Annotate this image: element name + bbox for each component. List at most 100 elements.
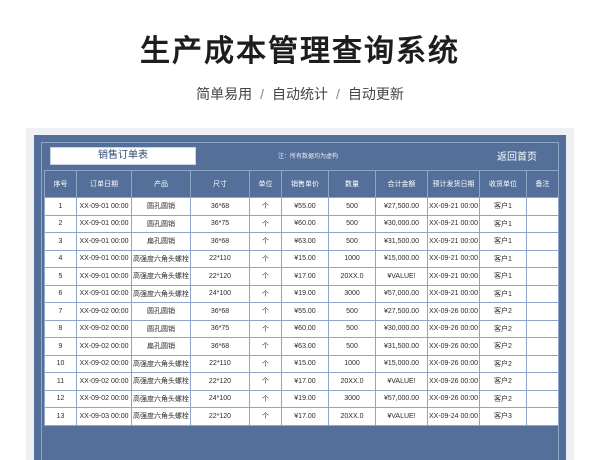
table-cell[interactable]: 1000 bbox=[328, 249, 376, 268]
table-cell[interactable]: ¥55.00 bbox=[281, 302, 329, 321]
table-cell[interactable]: 扁孔圆销 bbox=[131, 232, 191, 251]
table-cell[interactable]: ¥VALUE! bbox=[375, 372, 428, 391]
table-cell[interactable]: ¥57,000.00 bbox=[375, 389, 428, 408]
table-cell[interactable]: 2 bbox=[44, 214, 77, 233]
table-cell[interactable]: XX-09-21 00:00 bbox=[427, 214, 480, 233]
table-cell[interactable]: XX-09-02 00:00 bbox=[76, 319, 132, 338]
table-cell[interactable]: ¥31,500.00 bbox=[375, 337, 428, 356]
table-cell[interactable]: XX-09-26 00:00 bbox=[427, 319, 480, 338]
table-cell[interactable]: 3000 bbox=[328, 284, 376, 303]
table-cell[interactable] bbox=[526, 267, 559, 286]
table-cell[interactable]: 5 bbox=[44, 267, 77, 286]
table-cell[interactable]: XX-09-02 00:00 bbox=[76, 354, 132, 373]
table-cell[interactable]: XX-09-26 00:00 bbox=[427, 302, 480, 321]
table-cell[interactable]: ¥27,500.00 bbox=[375, 197, 428, 216]
table-cell[interactable]: 7 bbox=[44, 302, 77, 321]
table-cell[interactable]: XX-09-01 00:00 bbox=[76, 267, 132, 286]
table-cell[interactable]: 客户2 bbox=[479, 319, 527, 338]
table-cell[interactable]: 个 bbox=[249, 197, 282, 216]
table-cell[interactable] bbox=[526, 197, 559, 216]
table-cell[interactable]: 高强度六角头螺栓 bbox=[131, 372, 191, 391]
table-cell[interactable]: 20XX.0 bbox=[328, 267, 376, 286]
table-cell[interactable]: 500 bbox=[328, 197, 376, 216]
table-cell[interactable]: 24*100 bbox=[190, 284, 250, 303]
table-cell[interactable]: 22*110 bbox=[190, 249, 250, 268]
table-cell[interactable]: ¥30,000.00 bbox=[375, 319, 428, 338]
table-cell[interactable]: 36*68 bbox=[190, 337, 250, 356]
table-cell[interactable]: XX-09-01 00:00 bbox=[76, 197, 132, 216]
table-cell[interactable]: 高强度六角头螺栓 bbox=[131, 389, 191, 408]
table-cell[interactable]: 客户3 bbox=[479, 407, 527, 426]
table-cell[interactable]: 客户2 bbox=[479, 389, 527, 408]
table-cell[interactable]: ¥15,000.00 bbox=[375, 249, 428, 268]
table-cell[interactable]: XX-09-02 00:00 bbox=[76, 372, 132, 391]
table-cell[interactable]: 11 bbox=[44, 372, 77, 391]
table-cell[interactable]: XX-09-01 00:00 bbox=[76, 232, 132, 251]
table-cell[interactable]: 22*110 bbox=[190, 354, 250, 373]
table-cell[interactable]: ¥60.00 bbox=[281, 214, 329, 233]
table-cell[interactable]: 个 bbox=[249, 284, 282, 303]
table-cell[interactable]: ¥63.00 bbox=[281, 232, 329, 251]
table-cell[interactable]: ¥19.00 bbox=[281, 284, 329, 303]
table-cell[interactable]: 500 bbox=[328, 232, 376, 251]
table-cell[interactable]: XX-09-24 00:00 bbox=[427, 407, 480, 426]
table-cell[interactable]: 圆孔圆销 bbox=[131, 319, 191, 338]
table-cell[interactable]: 8 bbox=[44, 319, 77, 338]
table-cell[interactable] bbox=[526, 214, 559, 233]
table-cell[interactable]: 20XX.0 bbox=[328, 407, 376, 426]
table-cell[interactable]: 客户1 bbox=[479, 284, 527, 303]
table-cell[interactable]: 36*68 bbox=[190, 232, 250, 251]
table-cell[interactable]: XX-09-01 00:00 bbox=[76, 214, 132, 233]
table-cell[interactable]: XX-09-21 00:00 bbox=[427, 232, 480, 251]
table-cell[interactable] bbox=[526, 319, 559, 338]
table-cell[interactable]: 圆孔圆销 bbox=[131, 302, 191, 321]
table-cell[interactable]: 个 bbox=[249, 407, 282, 426]
table-cell[interactable]: XX-09-26 00:00 bbox=[427, 337, 480, 356]
table-cell[interactable]: 36*75 bbox=[190, 214, 250, 233]
table-cell[interactable]: 高强度六角头螺栓 bbox=[131, 284, 191, 303]
table-cell[interactable] bbox=[526, 389, 559, 408]
table-cell[interactable]: 客户2 bbox=[479, 372, 527, 391]
table-cell[interactable]: 扁孔圆销 bbox=[131, 337, 191, 356]
table-cell[interactable]: XX-09-01 00:00 bbox=[76, 249, 132, 268]
table-cell[interactable]: ¥17.00 bbox=[281, 407, 329, 426]
table-cell[interactable]: 个 bbox=[249, 232, 282, 251]
table-cell[interactable]: 22*120 bbox=[190, 267, 250, 286]
table-cell[interactable]: 4 bbox=[44, 249, 77, 268]
table-cell[interactable]: XX-09-21 00:00 bbox=[427, 284, 480, 303]
table-cell[interactable]: ¥27,500.00 bbox=[375, 302, 428, 321]
table-cell[interactable]: ¥VALUE! bbox=[375, 267, 428, 286]
table-cell[interactable]: 个 bbox=[249, 249, 282, 268]
table-cell[interactable]: 个 bbox=[249, 337, 282, 356]
table-cell[interactable]: ¥55.00 bbox=[281, 197, 329, 216]
table-cell[interactable]: 个 bbox=[249, 302, 282, 321]
back-home-link[interactable]: 返回首页 bbox=[497, 148, 537, 163]
table-cell[interactable]: 12 bbox=[44, 389, 77, 408]
table-cell[interactable] bbox=[526, 337, 559, 356]
table-cell[interactable]: ¥15,000.00 bbox=[375, 354, 428, 373]
table-cell[interactable] bbox=[526, 249, 559, 268]
table-cell[interactable]: 3000 bbox=[328, 389, 376, 408]
table-cell[interactable] bbox=[526, 302, 559, 321]
table-cell[interactable]: 22*120 bbox=[190, 407, 250, 426]
table-cell[interactable]: 36*68 bbox=[190, 302, 250, 321]
table-cell[interactable]: 高强度六角头螺栓 bbox=[131, 267, 191, 286]
table-cell[interactable]: 9 bbox=[44, 337, 77, 356]
table-cell[interactable]: ¥60.00 bbox=[281, 319, 329, 338]
table-cell[interactable]: 10 bbox=[44, 354, 77, 373]
table-cell[interactable]: XX-09-21 00:00 bbox=[427, 197, 480, 216]
table-cell[interactable]: 客户1 bbox=[479, 267, 527, 286]
table-cell[interactable]: 个 bbox=[249, 267, 282, 286]
table-cell[interactable]: 客户1 bbox=[479, 249, 527, 268]
table-cell[interactable]: 客户2 bbox=[479, 354, 527, 373]
table-cell[interactable] bbox=[526, 407, 559, 426]
table-cell[interactable]: XX-09-26 00:00 bbox=[427, 389, 480, 408]
table-cell[interactable]: ¥57,000.00 bbox=[375, 284, 428, 303]
table-cell[interactable]: 高强度六角头螺栓 bbox=[131, 407, 191, 426]
table-cell[interactable]: 客户2 bbox=[479, 337, 527, 356]
table-cell[interactable]: ¥31,500.00 bbox=[375, 232, 428, 251]
table-cell[interactable]: 6 bbox=[44, 284, 77, 303]
table-cell[interactable]: 客户2 bbox=[479, 302, 527, 321]
table-cell[interactable]: 500 bbox=[328, 214, 376, 233]
table-cell[interactable]: 500 bbox=[328, 302, 376, 321]
